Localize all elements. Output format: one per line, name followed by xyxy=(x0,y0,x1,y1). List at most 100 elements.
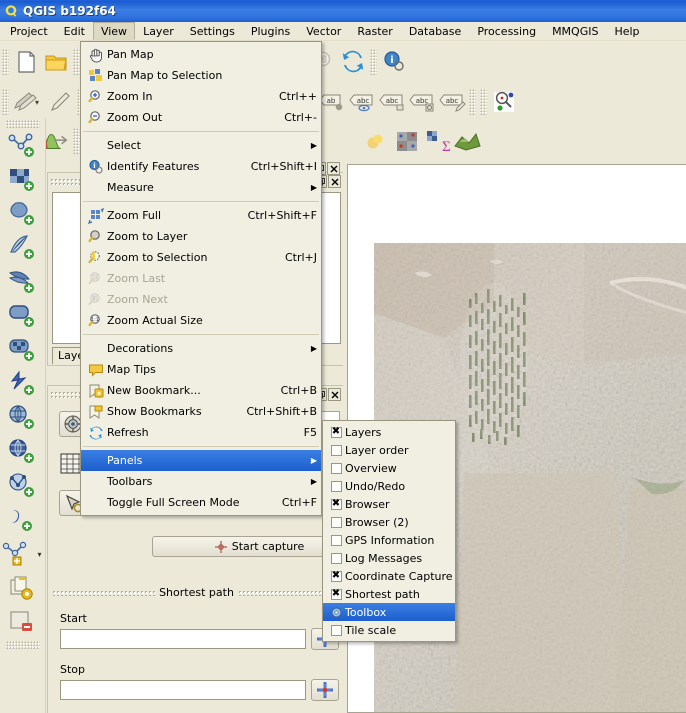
view-menu-item-panels[interactable]: Panels ▶ xyxy=(81,450,321,471)
view-menu-item-zoom-in[interactable]: Zoom In Ctrl++ xyxy=(81,86,321,107)
view-menu-item-zoom-full[interactable]: Zoom Full Ctrl+Shift+F xyxy=(81,205,321,226)
toolbar-grip[interactable] xyxy=(73,128,80,154)
terrain-analysis-button[interactable] xyxy=(452,126,482,156)
panels-menu-item-undo-redo[interactable]: Undo/Redo xyxy=(323,477,455,495)
chevron-down-icon[interactable]: ▾ xyxy=(35,98,39,107)
toolbar-grip[interactable] xyxy=(73,49,80,75)
menu-item-label: Zoom Actual Size xyxy=(107,314,203,327)
panels-menu-item-gps-information[interactable]: GPS Information xyxy=(323,531,455,549)
menu-item-label: Map Tips xyxy=(107,363,156,376)
new-project-button[interactable] xyxy=(11,47,41,77)
panels-menu-item-log-messages[interactable]: Log Messages xyxy=(323,549,455,567)
add-vector-layer-button[interactable] xyxy=(0,129,44,163)
stop-pick-button[interactable] xyxy=(311,679,339,701)
identify-features-button[interactable]: i xyxy=(379,47,409,77)
move-label-button[interactable]: abc xyxy=(377,87,407,117)
new-vector-layer-button[interactable] xyxy=(0,503,44,537)
refresh-button[interactable] xyxy=(338,47,368,77)
toolbar-grip[interactable] xyxy=(5,120,40,128)
checkbox-icon xyxy=(327,567,345,585)
menu-layer[interactable]: Layer xyxy=(135,22,182,40)
add-db2-layer-button[interactable] xyxy=(0,333,44,367)
edit-button[interactable] xyxy=(45,87,75,117)
toolbar-grip[interactable] xyxy=(480,89,488,115)
menu-vector[interactable]: Vector xyxy=(298,22,349,40)
view-menu-item-zoom-to-layer[interactable]: Zoom to Layer xyxy=(81,226,321,247)
add-postgis-layer-button[interactable] xyxy=(0,197,44,231)
view-menu-item-new-bookmark[interactable]: New Bookmark... Ctrl+B xyxy=(81,380,321,401)
view-menu-item-map-tips[interactable]: Map Tips xyxy=(81,359,321,380)
toolbar-grip[interactable] xyxy=(5,641,40,649)
menu-raster[interactable]: Raster xyxy=(349,22,400,40)
view-menu-item-decorations[interactable]: Decorations ▶ xyxy=(81,338,321,359)
panels-menu-item-tile-scale[interactable]: Tile scale xyxy=(323,621,455,639)
add-wfs-layer-button[interactable] xyxy=(0,435,44,469)
view-menu-item-identify-features[interactable]: i Identify Features Ctrl+Shift+I xyxy=(81,156,321,177)
menu-database[interactable]: Database xyxy=(401,22,470,40)
show-unplaced-labels-button[interactable]: abc xyxy=(347,87,377,117)
close-x-icon[interactable] xyxy=(327,162,340,175)
checkbox-icon xyxy=(327,549,345,567)
georeferencer-button[interactable] xyxy=(362,126,392,156)
stop-field-label: Stop xyxy=(60,663,86,676)
view-menu-item-pan-map-to-selection[interactable]: Pan Map to Selection xyxy=(81,65,321,86)
view-menu-item-zoom-to-selection[interactable]: Zoom to Selection Ctrl+J xyxy=(81,247,321,268)
view-menu-item-zoom-actual-size[interactable]: 1:1 Zoom Actual Size xyxy=(81,310,321,331)
view-menu-item-refresh[interactable]: Refresh F5 xyxy=(81,422,321,443)
panels-menu-item-toolbox[interactable]: Toolbox xyxy=(323,603,455,621)
toolbar-grip[interactable] xyxy=(2,89,9,115)
menu-separator xyxy=(83,446,319,447)
add-raster-layer-button[interactable] xyxy=(0,163,44,197)
add-mssql-layer-button[interactable] xyxy=(0,265,44,299)
submenu-arrow-icon: ▶ xyxy=(310,141,317,150)
panels-menu-item-browser-2[interactable]: Browser (2) xyxy=(323,513,455,531)
coordinate-capture-button[interactable] xyxy=(489,87,519,117)
menu-help[interactable]: Help xyxy=(606,22,647,40)
add-oracle-layer-button[interactable] xyxy=(0,299,44,333)
new-geopackage-button[interactable]: ▾ xyxy=(0,537,44,571)
raster-calculator-button[interactable] xyxy=(392,126,422,156)
zonal-statistics-button[interactable]: Σ xyxy=(422,126,452,156)
close-x-icon[interactable] xyxy=(328,175,341,188)
menu-item-label: Panels xyxy=(107,454,143,467)
view-menu-item-zoom-out[interactable]: Zoom Out Ctrl+- xyxy=(81,107,321,128)
toolbar-grip[interactable] xyxy=(2,49,9,75)
add-wms-layer-button[interactable] xyxy=(0,367,44,401)
menu-settings[interactable]: Settings xyxy=(182,22,243,40)
open-project-button[interactable] xyxy=(41,47,71,77)
add-wcs-layer-button[interactable] xyxy=(0,401,44,435)
menu-edit[interactable]: Edit xyxy=(56,22,93,40)
toolbar-grip[interactable] xyxy=(469,89,477,115)
new-bookmark-icon xyxy=(85,382,107,400)
no-icon xyxy=(85,340,107,358)
start-input[interactable] xyxy=(60,629,306,649)
close-x-icon[interactable] xyxy=(328,388,341,401)
add-delimited-text-layer-button[interactable] xyxy=(0,469,44,503)
panels-menu-item-overview[interactable]: Overview xyxy=(323,459,455,477)
stop-input[interactable] xyxy=(60,680,306,700)
panels-menu-item-layer-order[interactable]: Layer order xyxy=(323,441,455,459)
new-geopackage-layer-button[interactable] xyxy=(0,571,44,605)
change-label-button[interactable]: abc xyxy=(437,87,467,117)
panels-menu-item-browser[interactable]: Browser xyxy=(323,495,455,513)
chevron-down-icon[interactable]: ▾ xyxy=(37,550,41,559)
view-menu-item-select[interactable]: Select ▶ xyxy=(81,135,321,156)
menu-view[interactable]: View xyxy=(92,22,136,40)
panels-menu-item-layers[interactable]: Layers xyxy=(323,423,455,441)
menu-project[interactable]: Project xyxy=(2,22,56,40)
menu-item-label: Measure xyxy=(107,181,154,194)
remove-layer-button[interactable] xyxy=(0,605,44,639)
rotate-label-button[interactable]: abc xyxy=(407,87,437,117)
panels-menu-item-coordinate-capture[interactable]: Coordinate Capture xyxy=(323,567,455,585)
toolbar-grip[interactable] xyxy=(370,49,377,75)
view-menu-item-show-bookmarks[interactable]: Show Bookmarks Ctrl+Shift+B xyxy=(81,401,321,422)
menu-mmqgis[interactable]: MMQGIS xyxy=(544,22,606,40)
view-menu-item-pan-map[interactable]: Pan Map xyxy=(81,44,321,65)
view-menu-item-toolbars[interactable]: Toolbars ▶ xyxy=(81,471,321,492)
menu-plugins[interactable]: Plugins xyxy=(243,22,298,40)
menu-processing[interactable]: Processing xyxy=(469,22,544,40)
panels-menu-item-shortest-path[interactable]: Shortest path xyxy=(323,585,455,603)
add-spatialite-layer-button[interactable] xyxy=(0,231,44,265)
view-menu-item-toggle-full-screen-mode[interactable]: Toggle Full Screen Mode Ctrl+F xyxy=(81,492,321,513)
view-menu-item-measure[interactable]: Measure ▶ xyxy=(81,177,321,198)
